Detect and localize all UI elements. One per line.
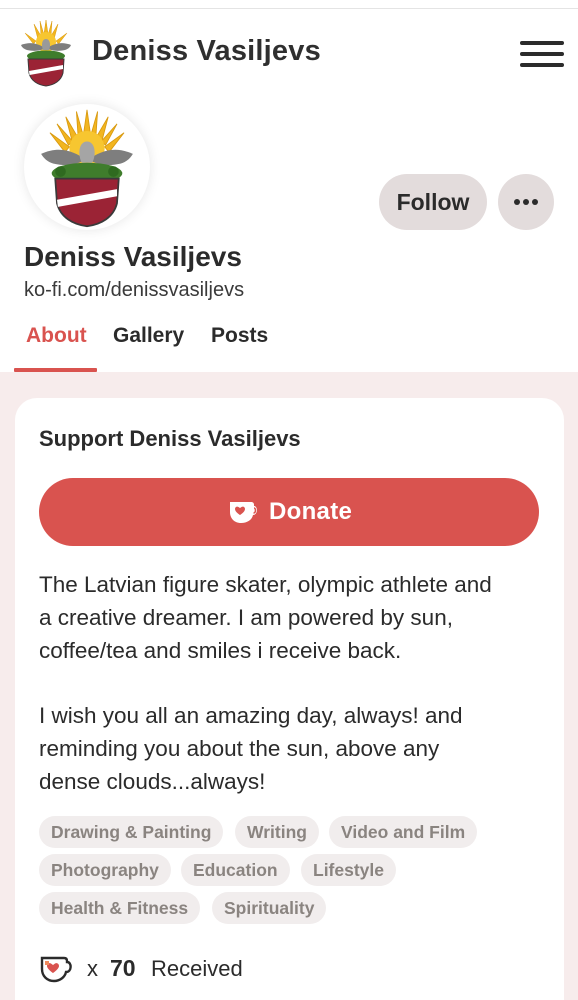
- tag-lifestyle[interactable]: Lifestyle: [301, 854, 396, 886]
- profile-tabs: About Gallery Posts: [0, 318, 578, 372]
- tab-posts[interactable]: Posts: [211, 324, 268, 348]
- more-options-icon: [514, 199, 538, 205]
- tag-writing[interactable]: Writing: [235, 816, 319, 848]
- sun-crest-logo-icon[interactable]: [16, 19, 76, 87]
- received-label: Received: [151, 956, 243, 981]
- bio-line: a creative dreamer. I am powered by sun,: [39, 605, 453, 630]
- sun-crest-avatar-icon: [41, 109, 133, 228]
- top-header: Deniss Vasiljevs: [0, 9, 578, 99]
- tag-education[interactable]: Education: [181, 854, 290, 886]
- follow-button[interactable]: Follow: [379, 174, 487, 230]
- site-title[interactable]: Deniss Vasiljevs: [92, 35, 321, 68]
- received-multiplier: x: [87, 956, 98, 981]
- tag-drawing-painting[interactable]: Drawing & Painting: [39, 816, 224, 848]
- hamburger-menu-icon[interactable]: [520, 41, 564, 67]
- bio-line: reminding you about the sun, above any: [39, 736, 440, 761]
- tab-gallery[interactable]: Gallery: [113, 324, 184, 348]
- coffee-cup-icon: [40, 956, 72, 983]
- profile-url[interactable]: ko-fi.com/denissvasiljevs: [24, 279, 244, 302]
- coffee-cup-icon: [230, 502, 257, 523]
- support-card: Support Deniss Vasiljevs Donate The Latv…: [15, 398, 564, 1000]
- tag-video-film[interactable]: Video and Film: [329, 816, 478, 848]
- more-options-button[interactable]: [498, 174, 554, 230]
- profile-avatar[interactable]: [24, 104, 150, 230]
- bio-line: dense clouds...always!: [39, 769, 266, 794]
- bio-line: The Latvian figure skater, olympic athle…: [39, 572, 492, 597]
- bio-text: The Latvian figure skater, olympic athle…: [39, 568, 549, 798]
- donate-label: Donate: [269, 498, 353, 525]
- bio-line: I wish you all an amazing day, always! a…: [39, 703, 463, 728]
- profile-name: Deniss Vasiljevs: [24, 241, 242, 272]
- support-title: Support Deniss Vasiljevs: [39, 426, 301, 451]
- donate-button[interactable]: Donate: [39, 478, 539, 546]
- received-number: 70: [110, 955, 136, 981]
- tag-health-fitness[interactable]: Health & Fitness: [39, 892, 201, 924]
- bio-line: coffee/tea and smiles i receive back.: [39, 638, 402, 663]
- tab-about[interactable]: About: [26, 324, 87, 348]
- tag-photography[interactable]: Photography: [39, 854, 171, 886]
- tag-spirituality[interactable]: Spirituality: [212, 892, 327, 924]
